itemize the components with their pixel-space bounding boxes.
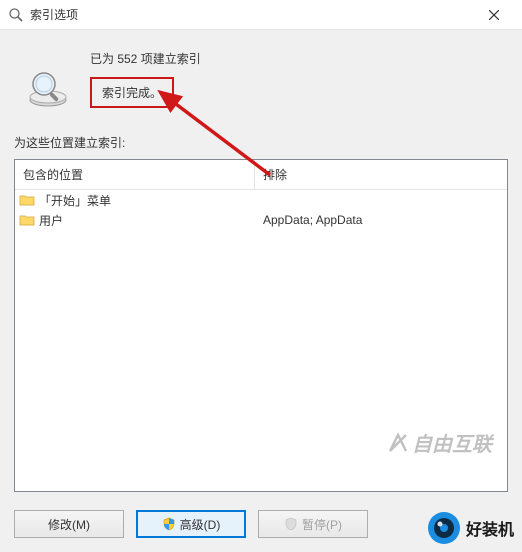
row-excluded [255,198,507,202]
status-header: 已为 552 项建立索引 索引完成。 [14,44,508,134]
shield-icon [162,517,176,531]
shield-icon [284,517,298,531]
status-area: 已为 552 项建立索引 索引完成。 [90,44,201,108]
advanced-button[interactable]: 高级(D) [136,510,246,538]
window-title: 索引选项 [30,6,474,23]
table-body: 「开始」菜单 用户 AppData; AppData [15,190,507,491]
folder-icon [19,213,35,227]
modify-button[interactable]: 修改(M) [14,510,124,538]
close-button[interactable] [474,1,514,29]
index-complete-highlight: 索引完成。 [90,77,174,108]
table-row[interactable]: 用户 AppData; AppData [15,210,507,230]
dialog-content: 已为 552 项建立索引 索引完成。 为这些位置建立索引: 包含的位置 排除 [0,30,522,552]
table-header: 包含的位置 排除 [15,160,507,190]
col-included[interactable]: 包含的位置 [15,160,255,189]
button-row: 修改(M) 高级(D) 暂停(P) [14,510,508,552]
folder-icon [19,193,35,207]
locations-table: 包含的位置 排除 「开始」菜单 [14,159,508,492]
index-count-text: 已为 552 项建立索引 [90,50,201,67]
titlebar: 索引选项 [0,0,522,30]
index-complete-text: 索引完成。 [102,86,162,100]
row-name: 「开始」菜单 [39,192,111,209]
locations-label: 为这些位置建立索引: [14,134,508,151]
row-excluded: AppData; AppData [255,211,507,229]
magnifier-drive-icon [24,62,72,110]
pause-button: 暂停(P) [258,510,368,538]
table-row[interactable]: 「开始」菜单 [15,190,507,210]
col-excluded[interactable]: 排除 [255,160,507,189]
row-name: 用户 [39,212,63,229]
search-options-icon [8,7,24,23]
